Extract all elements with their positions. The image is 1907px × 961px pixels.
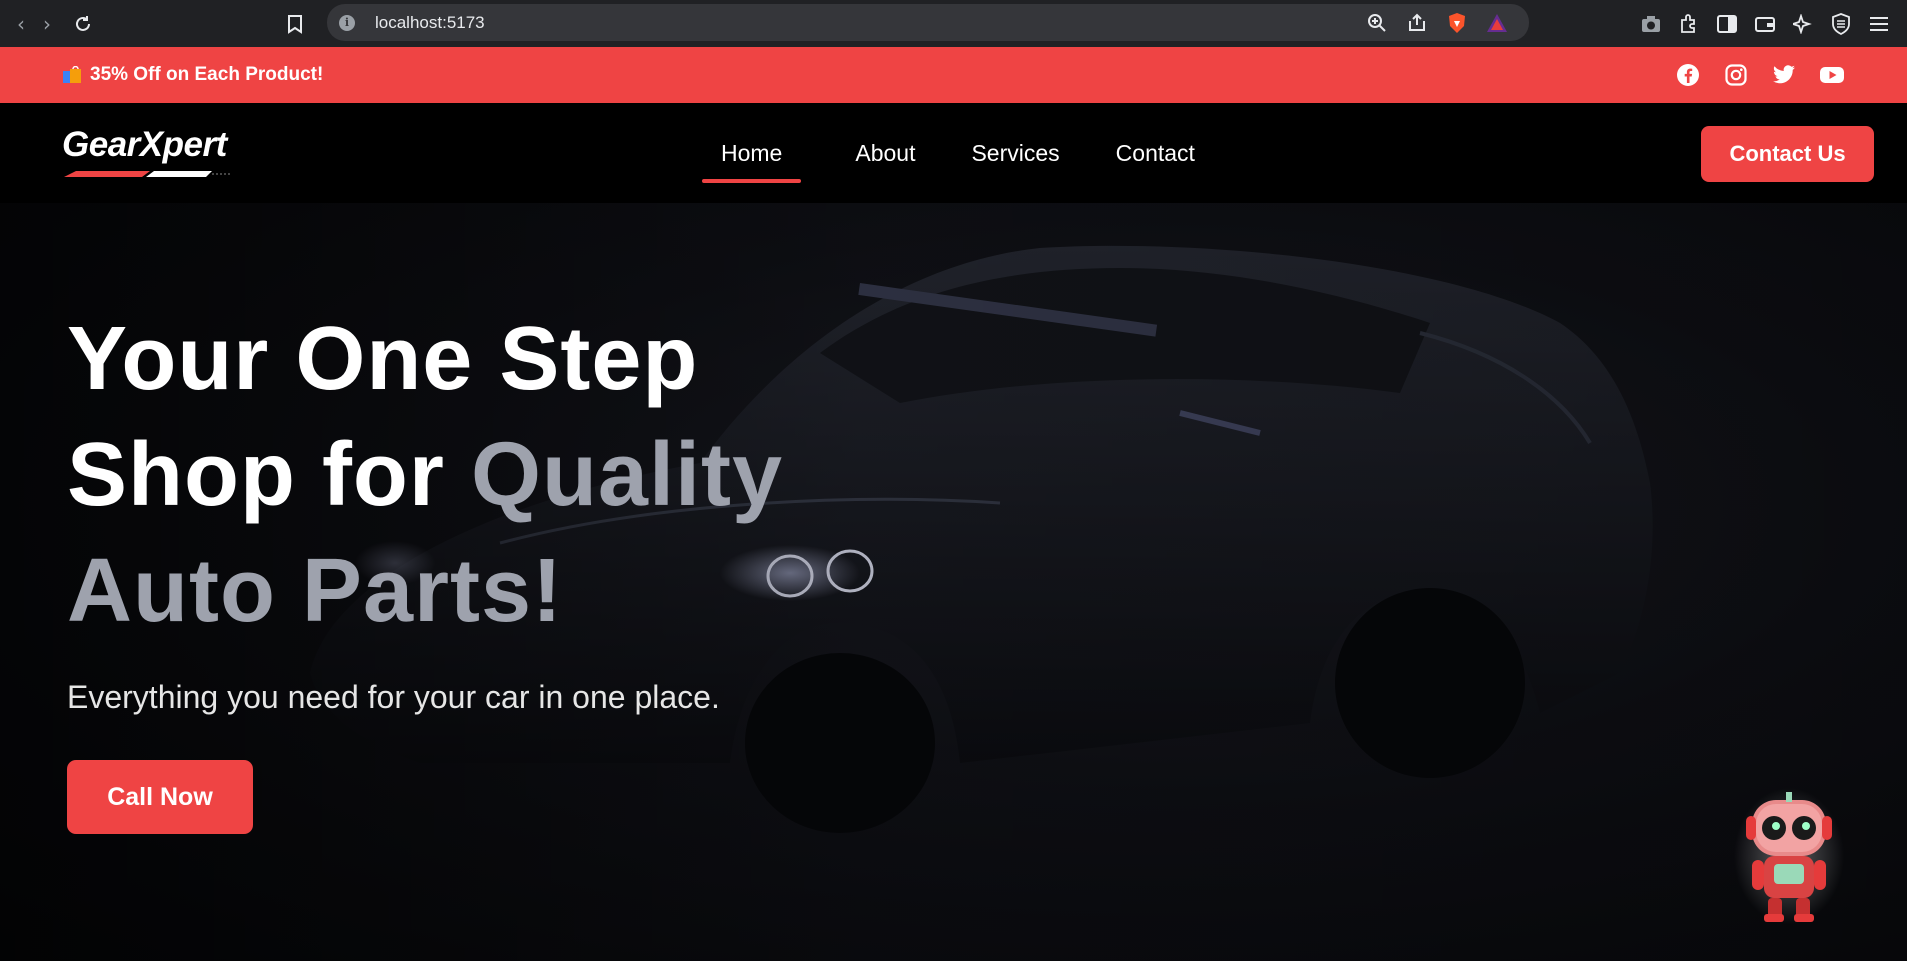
chatbot-robot-icon[interactable] [1734,786,1844,926]
reload-icon[interactable] [70,11,96,37]
site-info-icon[interactable]: i [339,14,355,31]
share-icon[interactable] [1405,11,1429,35]
wallet-icon[interactable] [1753,12,1777,36]
hero-section: Your One Step Shop for Quality Auto Part… [0,203,1907,961]
main-navbar: GearXpert Home About Services Contact Co… [0,103,1907,203]
url-text[interactable]: localhost:5173 [375,13,485,33]
hero-title-accent-quality: Quality [470,425,784,525]
hero-subtitle: Everything you need for your car in one … [67,679,720,715]
bookmark-icon[interactable] [282,11,308,37]
zoom-icon[interactable] [1365,11,1389,35]
hero-title: Your One Step Shop for Quality Auto Part… [67,301,783,649]
promo-bar: 35% Off on Each Product! [0,47,1907,103]
facebook-icon[interactable] [1675,62,1701,88]
browser-toolbar: ‹ › i localhost:5173 [0,0,1907,47]
back-icon[interactable]: ‹ [8,11,34,37]
nav-link-about[interactable]: About [855,140,934,167]
camera-icon[interactable] [1639,12,1663,36]
address-bar[interactable]: i localhost:5173 [327,4,1529,41]
promo-text: 35% Off on Each Product! [90,64,324,85]
nav-links: Home About Services Contact [702,103,1270,203]
nav-link-home[interactable]: Home [702,140,802,183]
menu-icon[interactable] [1867,12,1891,36]
logo-text: GearXpert [62,125,227,164]
twitter-icon[interactable] [1771,62,1797,88]
hero-title-line1: Your One Step [67,309,699,409]
brave-rewards-icon[interactable] [1485,11,1509,35]
extensions-icon[interactable] [1677,12,1701,36]
contact-us-button[interactable]: Contact Us [1701,126,1874,182]
youtube-icon[interactable] [1819,62,1845,88]
sidebar-icon[interactable] [1715,12,1739,36]
vpn-icon[interactable] [1829,12,1853,36]
leo-ai-icon[interactable] [1791,12,1815,36]
shopping-bags-icon [62,65,82,84]
hero-title-line3: Auto Parts! [67,541,564,641]
call-now-button[interactable]: Call Now [67,760,253,834]
forward-icon[interactable]: › [34,11,60,37]
social-links [1675,47,1845,103]
instagram-icon[interactable] [1723,62,1749,88]
nav-link-contact[interactable]: Contact [1116,140,1214,167]
brave-shield-icon[interactable] [1445,11,1469,35]
hero-title-line2: Shop for [67,425,471,525]
nav-link-services[interactable]: Services [971,140,1078,167]
logo-swoosh [64,171,232,177]
gearxpert-logo[interactable]: GearXpert [62,125,248,185]
